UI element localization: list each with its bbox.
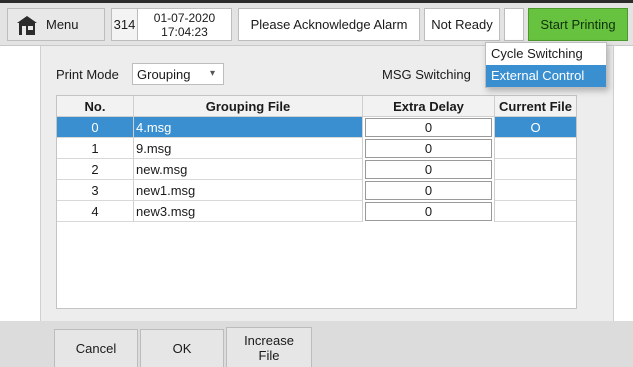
row-current [494,159,576,180]
row-file: new3.msg [134,201,363,222]
extra-delay-input[interactable]: 0 [365,202,492,221]
table-row[interactable]: 3 new1.msg 0 [57,180,576,201]
extra-delay-input[interactable]: 0 [365,181,492,200]
top-bar: Menu 314 01-07-2020 17:04:23 Please Ackn… [0,3,633,46]
row-current [494,180,576,201]
row-delay-cell: 0 [363,201,494,222]
extra-delay-input[interactable]: 0 [365,139,492,158]
row-number: 4 [57,201,134,222]
ok-button[interactable]: OK [140,329,224,367]
extra-delay-input[interactable]: 0 [365,160,492,179]
grouping-table: No. Grouping File Extra Delay Current Fi… [56,95,577,309]
table-row[interactable]: 0 4.msg 0 O [57,117,576,138]
status-spacer [504,8,524,41]
increase-file-line2: File [258,347,280,363]
row-file: 4.msg [134,117,363,138]
cancel-button[interactable]: Cancel [54,329,138,367]
row-number: 3 [57,180,134,201]
alarm-message[interactable]: Please Acknowledge Alarm [238,8,420,41]
print-mode-select[interactable]: Grouping ▾ [132,63,224,85]
row-current [494,138,576,159]
header-grouping-file: Grouping File [134,96,363,117]
menu-label: Menu [46,17,79,32]
home-icon [17,15,37,35]
increase-file-line1: Increase [244,332,294,348]
row-delay-cell: 0 [363,117,494,138]
table-row[interactable]: 4 new3.msg 0 [57,201,576,222]
row-file: 9.msg [134,138,363,159]
counter-display: 314 [111,8,137,41]
increase-file-button[interactable]: Increase File [226,327,312,367]
row-number: 2 [57,159,134,180]
row-current [494,201,576,222]
bottom-bar: Cancel OK Increase File [0,321,633,367]
increase-file-label: Increase File [244,333,294,363]
row-number: 1 [57,138,134,159]
start-printing-button[interactable]: Start Printing [528,8,628,41]
table-header: No. Grouping File Extra Delay Current Fi… [57,96,576,117]
row-delay-cell: 0 [363,138,494,159]
row-delay-cell: 0 [363,159,494,180]
option-cycle-switching[interactable]: Cycle Switching [486,43,606,65]
chevron-down-icon: ▾ [209,68,215,79]
table-row[interactable]: 1 9.msg 0 [57,138,576,159]
menu-button[interactable]: Menu [7,8,105,41]
row-number: 0 [57,117,134,138]
msg-switching-label: MSG Switching [382,67,471,82]
row-file: new1.msg [134,180,363,201]
print-mode-label: Print Mode [56,67,119,82]
option-external-control[interactable]: External Control [486,65,606,87]
row-current: O [494,117,576,138]
msg-switching-dropdown[interactable]: Cycle Switching External Control [485,42,607,88]
header-no: No. [57,96,134,117]
table-row[interactable]: 2 new.msg 0 [57,159,576,180]
datetime-display: 01-07-2020 17:04:23 [137,8,232,41]
header-extra-delay: Extra Delay [363,96,494,117]
print-mode-value: Grouping [137,67,191,82]
date-text: 01-07-2020 [153,10,216,25]
row-delay-cell: 0 [363,180,494,201]
header-current-file: Current File [494,96,576,117]
row-file: new.msg [134,159,363,180]
status-indicator: Not Ready [424,8,500,41]
time-text: 17:04:23 [161,24,208,39]
extra-delay-input[interactable]: 0 [365,118,492,137]
